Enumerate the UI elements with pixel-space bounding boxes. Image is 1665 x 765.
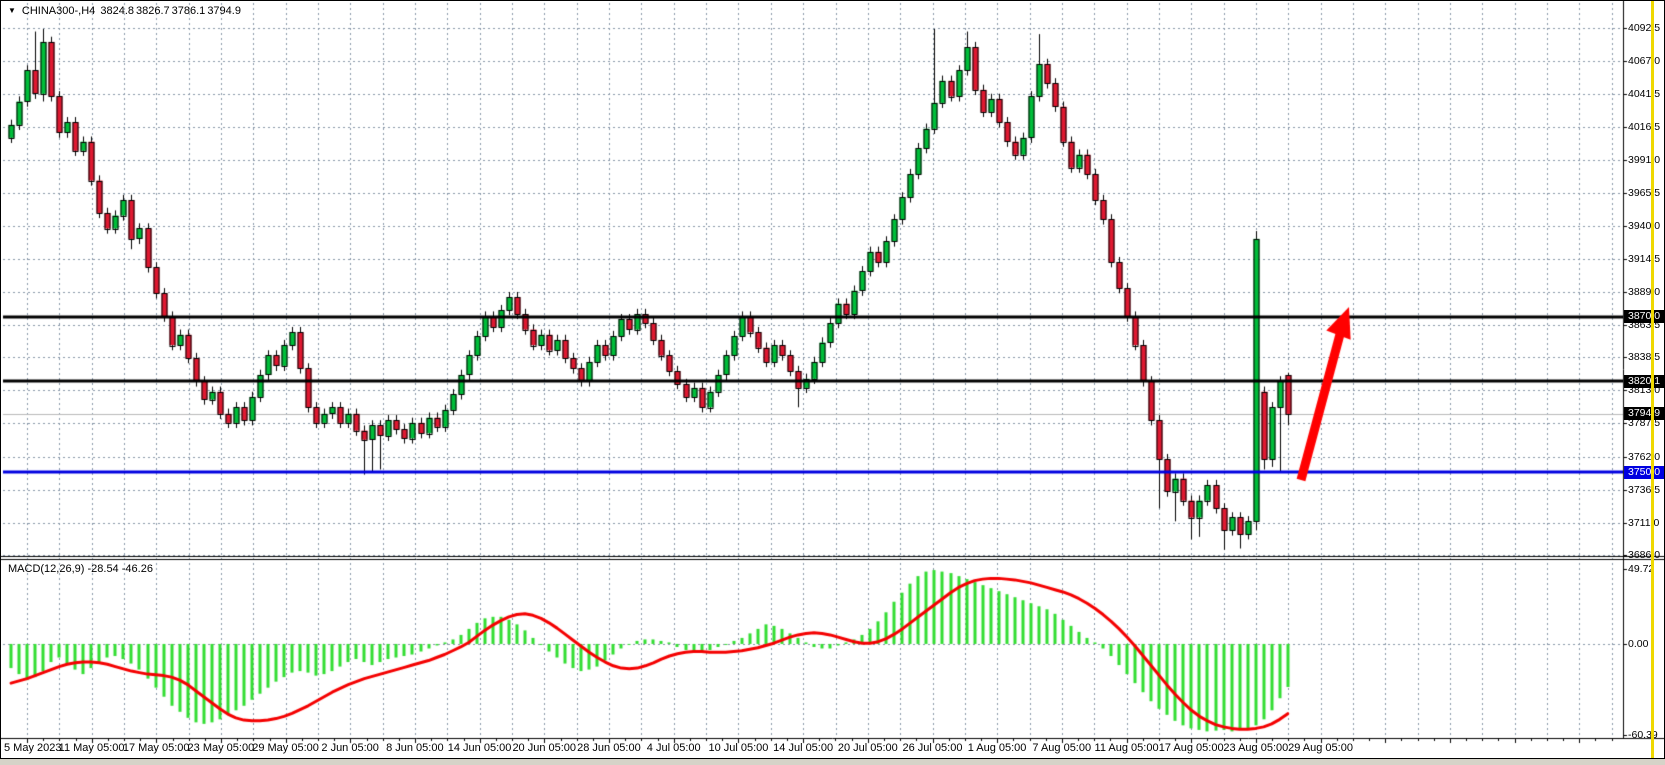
price-axis-label: 4041.5 [1628, 88, 1660, 100]
ohlc-high: 3826.7 [136, 5, 170, 17]
price-axis-label: 3762.0 [1628, 451, 1660, 463]
time-axis-label: 11 Aug 05:00 [1095, 742, 1159, 754]
last-price-badge: 3794.9 [1624, 407, 1664, 420]
ohlc-low: 3786.1 [172, 5, 206, 17]
symbol-period-label: CHINA300-,H4 [22, 5, 95, 17]
time-axis-label: 14 Jul 05:00 [773, 742, 833, 754]
time-axis-label: 2 Jun 05:00 [321, 742, 379, 754]
right-edge-marker [1651, 1, 1654, 758]
price-axis-label: 4092.5 [1628, 22, 1660, 34]
price-axis-label: 4016.5 [1628, 121, 1660, 133]
price-axis-label: 3914.5 [1628, 253, 1660, 265]
hline-price-badge: 3750.0 [1624, 466, 1664, 479]
price-axis-label: 3940.0 [1628, 220, 1660, 232]
time-axis-label: 20 Jul 05:00 [838, 742, 898, 754]
time-axis-label: 29 May 05:00 [252, 742, 319, 754]
price-axis-label: 3838.5 [1628, 351, 1660, 363]
price-axis-label: 4067.0 [1628, 55, 1660, 67]
time-axis-label: 17 May 05:00 [123, 742, 190, 754]
time-axis-label: 1 Aug 05:00 [968, 742, 1027, 754]
price-axis-label: 3711.0 [1628, 517, 1659, 529]
chart-window: ▼CHINA300-,H4 3824.83826.73786.13794.9 M… [0, 0, 1665, 759]
ohlc-open: 3824.8 [100, 5, 134, 17]
macd-indicator-label: MACD(12,26,9) -28.54 -46.26 [8, 563, 153, 575]
price-axis-label: 3686.0 [1628, 549, 1660, 561]
time-axis-label: 29 Aug 05:00 [1288, 742, 1353, 754]
time-axis-label: 23 May 05:00 [188, 742, 255, 754]
time-axis-label: 28 Jun 05:00 [577, 742, 641, 754]
time-axis-label: 20 Jun 05:00 [512, 742, 576, 754]
time-axis-label: 5 May 2023 [4, 742, 61, 754]
price-axis-label: 3991.0 [1628, 154, 1660, 166]
price-chart-canvas[interactable] [1, 1, 1664, 758]
time-axis-label: 11 May 05:00 [59, 742, 125, 754]
time-axis-label: 10 Jul 05:00 [708, 742, 768, 754]
time-axis-label: 17 Aug 05:00 [1159, 742, 1224, 754]
macd-name: MACD(12,26,9) [8, 563, 84, 575]
time-axis-label: 8 Jun 05:00 [386, 742, 444, 754]
time-axis-label: 14 Jun 05:00 [448, 742, 512, 754]
price-axis-label: 3965.5 [1628, 187, 1660, 199]
time-axis-label: 26 Jul 05:00 [903, 742, 963, 754]
time-axis-label: 7 Aug 05:00 [1032, 742, 1091, 754]
symbol-dropdown-icon: ▼ [8, 6, 16, 15]
macd-signal-value: -46.26 [122, 563, 153, 575]
chart-header: ▼ CHINA300-,H4 3824.83826.73786.13794.9 [8, 5, 243, 17]
hline-price-badge: 3870.0 [1624, 310, 1664, 323]
time-axis-label: 4 Jul 05:00 [647, 742, 701, 754]
price-axis-label: 3889.0 [1628, 286, 1660, 298]
time-axis-label: 23 Aug 05:00 [1223, 742, 1288, 754]
hline-price-badge: 3820.1 [1624, 375, 1664, 388]
price-axis-label: 3736.5 [1628, 484, 1660, 496]
macd-main-value: -28.54 [87, 563, 118, 575]
ohlc-close: 3794.9 [207, 5, 241, 17]
macd-axis-label: 0.00 [1628, 638, 1648, 650]
